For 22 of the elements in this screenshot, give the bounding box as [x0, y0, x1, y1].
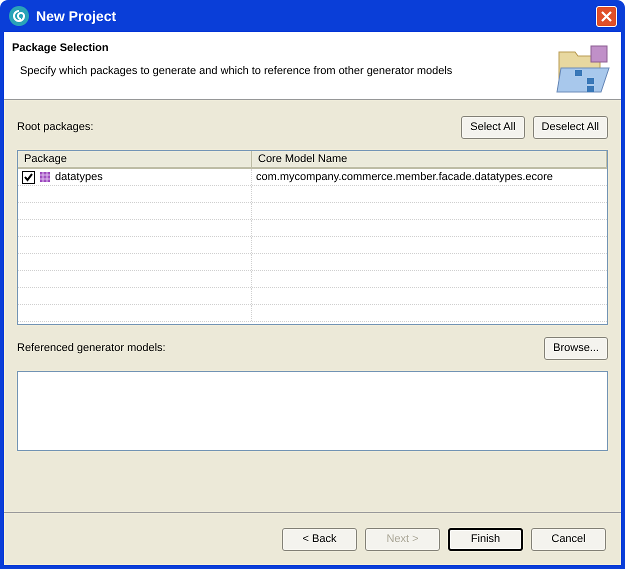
swirl-icon: [8, 5, 30, 27]
page-title: Package Selection: [12, 41, 110, 56]
checkbox[interactable]: [22, 170, 35, 184]
action-button[interactable]: Deselect All: [532, 116, 608, 138]
table-cell-text: datatypes: [55, 170, 103, 185]
models-list[interactable]: [17, 371, 608, 451]
close-button[interactable]: [596, 6, 617, 26]
browse-button[interactable]: Browse...: [544, 336, 608, 360]
close-icon: [601, 10, 612, 22]
column-header[interactable]: Core Model Name: [252, 151, 607, 167]
page-description: Specify which packages to generate and which to reference from other generator models: [19, 64, 454, 78]
action-button[interactable]: Select All: [461, 116, 525, 138]
wizard-button[interactable]: Cancel: [531, 528, 606, 550]
wizard-button[interactable]: Finish: [448, 528, 523, 550]
section-label: Referenced generator models:: [17, 340, 166, 356]
wizard-button: Next >: [365, 528, 440, 550]
wizard-button[interactable]: < Back: [282, 528, 357, 550]
window-title: New Project: [36, 6, 118, 26]
section-label: Root packages:: [17, 120, 94, 135]
column-header[interactable]: Package: [18, 151, 252, 167]
package-icon: [39, 171, 51, 183]
table-cell-text: com.mycompany.commerce.member.facade.datatypes.ecore: [256, 170, 553, 185]
